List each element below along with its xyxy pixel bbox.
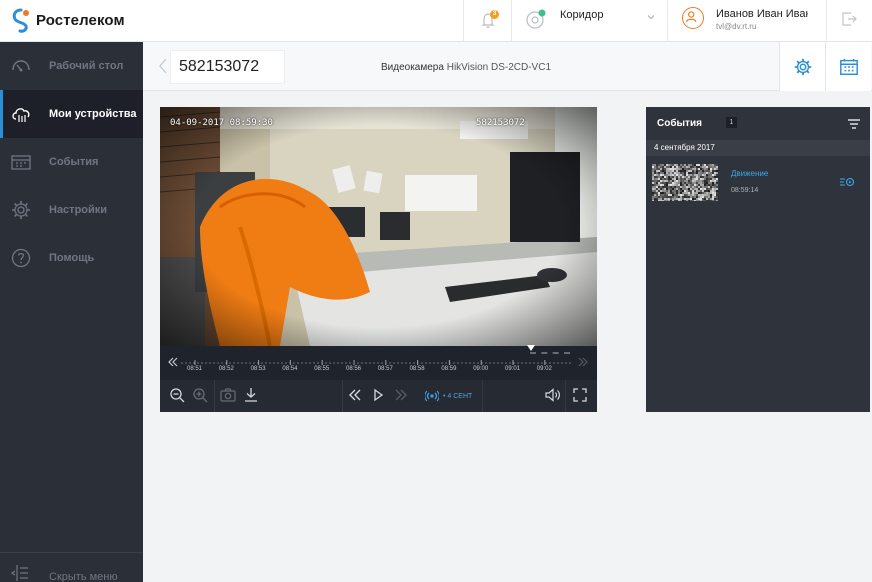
calendar-icon [839, 58, 858, 75]
timeline-tick-label: 08:59 [441, 366, 457, 372]
cloud-icon [12, 108, 30, 122]
speedometer-icon [12, 60, 30, 72]
calendar-icon [11, 155, 31, 170]
zoom-out-icon[interactable] [168, 386, 186, 404]
video-player[interactable]: 04-09-2017 08:59:30 582153072 [160, 107, 597, 346]
sidebar-item-dashboard[interactable]: Рабочий стол [0, 42, 143, 90]
timeline-tick-label: 09:00 [473, 366, 489, 372]
header-divider [511, 0, 512, 42]
device-settings-button[interactable] [779, 42, 825, 91]
sidebar-item-my-devices[interactable]: Мои устройства [0, 90, 143, 138]
header-divider [667, 0, 668, 42]
collapse-menu-icon [10, 565, 28, 581]
gear-icon [12, 201, 30, 219]
location-selector[interactable]: Коридор [560, 9, 603, 21]
camera-location-icon[interactable] [525, 8, 547, 30]
snapshot-camera-icon[interactable] [219, 386, 237, 404]
chevron-down-icon[interactable] [647, 13, 655, 21]
sidebar-item-help[interactable]: Помощь [0, 234, 143, 282]
playhead-marker-icon[interactable] [527, 345, 535, 351]
timeline[interactable]: 08:51 08:52 08:53 08:54 08:55 08:56 08:57 08:58… [160, 345, 597, 380]
controls-divider [565, 380, 566, 412]
event-time: 08:59:14 [731, 187, 759, 194]
timeline-tick-label: 09:01 [505, 366, 521, 372]
brand-logo[interactable]: Ростелеком [10, 6, 125, 34]
back-chevron-icon[interactable] [158, 58, 168, 74]
event-thumbnail[interactable] [652, 164, 718, 201]
top-bar: Ростелеком 3 Коридор Иванов Иван Иванови… [0, 0, 872, 42]
controls-divider [342, 380, 343, 412]
timeline-tick-label: 09:02 [536, 366, 552, 372]
live-broadcast-icon [425, 390, 439, 402]
gear-icon [794, 58, 811, 75]
sidebar-item-label: Рабочий стол [49, 60, 124, 72]
user-email: tvl@dv.rt.ru [716, 22, 757, 31]
sidebar-item-events[interactable]: События [0, 138, 143, 186]
sidebar: Рабочий стол Мои устройства События Наст… [0, 42, 143, 582]
events-count-badge: 1 [726, 117, 737, 128]
archive-calendar-button[interactable] [825, 42, 871, 91]
osd-camera-id: 582153072 [476, 118, 525, 128]
sidebar-item-label: Помощь [49, 252, 95, 264]
hide-menu-button[interactable]: Скрыть меню [0, 552, 143, 582]
header-divider [463, 0, 464, 42]
osd-datetime: 04-09-2017 08:59:30 [170, 118, 273, 128]
timeline-tick-label: 08:56 [346, 366, 362, 372]
play-icon[interactable] [369, 386, 387, 404]
user-name[interactable]: Иванов Иван Иванович [716, 8, 808, 20]
user-icon [685, 11, 697, 23]
sidebar-item-label: Мои устройства [49, 108, 137, 120]
avatar[interactable] [682, 7, 704, 29]
event-segment-marker [530, 352, 570, 355]
live-date-label: • 4 СЕНТ [443, 392, 473, 400]
fast-forward-icon[interactable] [392, 386, 410, 404]
brand-name: Ростелеком [36, 11, 125, 29]
events-date-header: 4 сентября 2017 [646, 140, 870, 156]
rostelecom-logo-icon [12, 8, 29, 33]
header-divider [826, 0, 827, 42]
timeline-tick-label: 08:52 [218, 366, 234, 372]
sidebar-item-label: События [49, 156, 99, 168]
logout-icon[interactable] [840, 10, 858, 28]
timeline-tick-label: 08:54 [282, 366, 298, 372]
rewind-icon[interactable] [346, 386, 364, 404]
live-button[interactable]: • 4 СЕНТ [425, 386, 472, 406]
fullscreen-icon[interactable] [571, 386, 589, 404]
zoom-in-icon[interactable] [191, 386, 209, 404]
download-icon[interactable] [242, 386, 260, 404]
timeline-tick-label: 08:53 [250, 366, 266, 372]
device-id: 582153072 [179, 58, 260, 75]
volume-icon[interactable] [543, 386, 561, 404]
device-description: Видеокамера HikVision DS-2CD-VC1 [381, 62, 552, 73]
events-title: События [657, 118, 702, 129]
event-play-icon[interactable] [840, 177, 854, 187]
camera-frame-image [160, 107, 597, 346]
event-type[interactable]: Движение [731, 169, 768, 178]
notification-badge: 3 [490, 10, 499, 19]
sidebar-item-label: Настройки [49, 204, 108, 216]
controls-divider [482, 380, 483, 412]
timeline-tick-label: 08:58 [409, 366, 425, 372]
controls-divider [214, 380, 215, 412]
timeline-tick-label: 08:51 [187, 366, 203, 372]
device-model: HikVision DS-2CD-VC1 [446, 62, 552, 73]
timeline-tick-label: 08:57 [377, 366, 393, 372]
help-icon [11, 248, 31, 268]
timeline-tick-label: 08:55 [314, 366, 330, 372]
events-panel: События 1 4 сентября 2017 Движение 08:59… [646, 107, 870, 412]
filter-icon[interactable] [848, 119, 860, 129]
sidebar-item-settings[interactable]: Настройки [0, 186, 143, 234]
player-controls: • 4 СЕНТ [160, 380, 597, 412]
hide-menu-label: Скрыть меню [49, 571, 118, 582]
